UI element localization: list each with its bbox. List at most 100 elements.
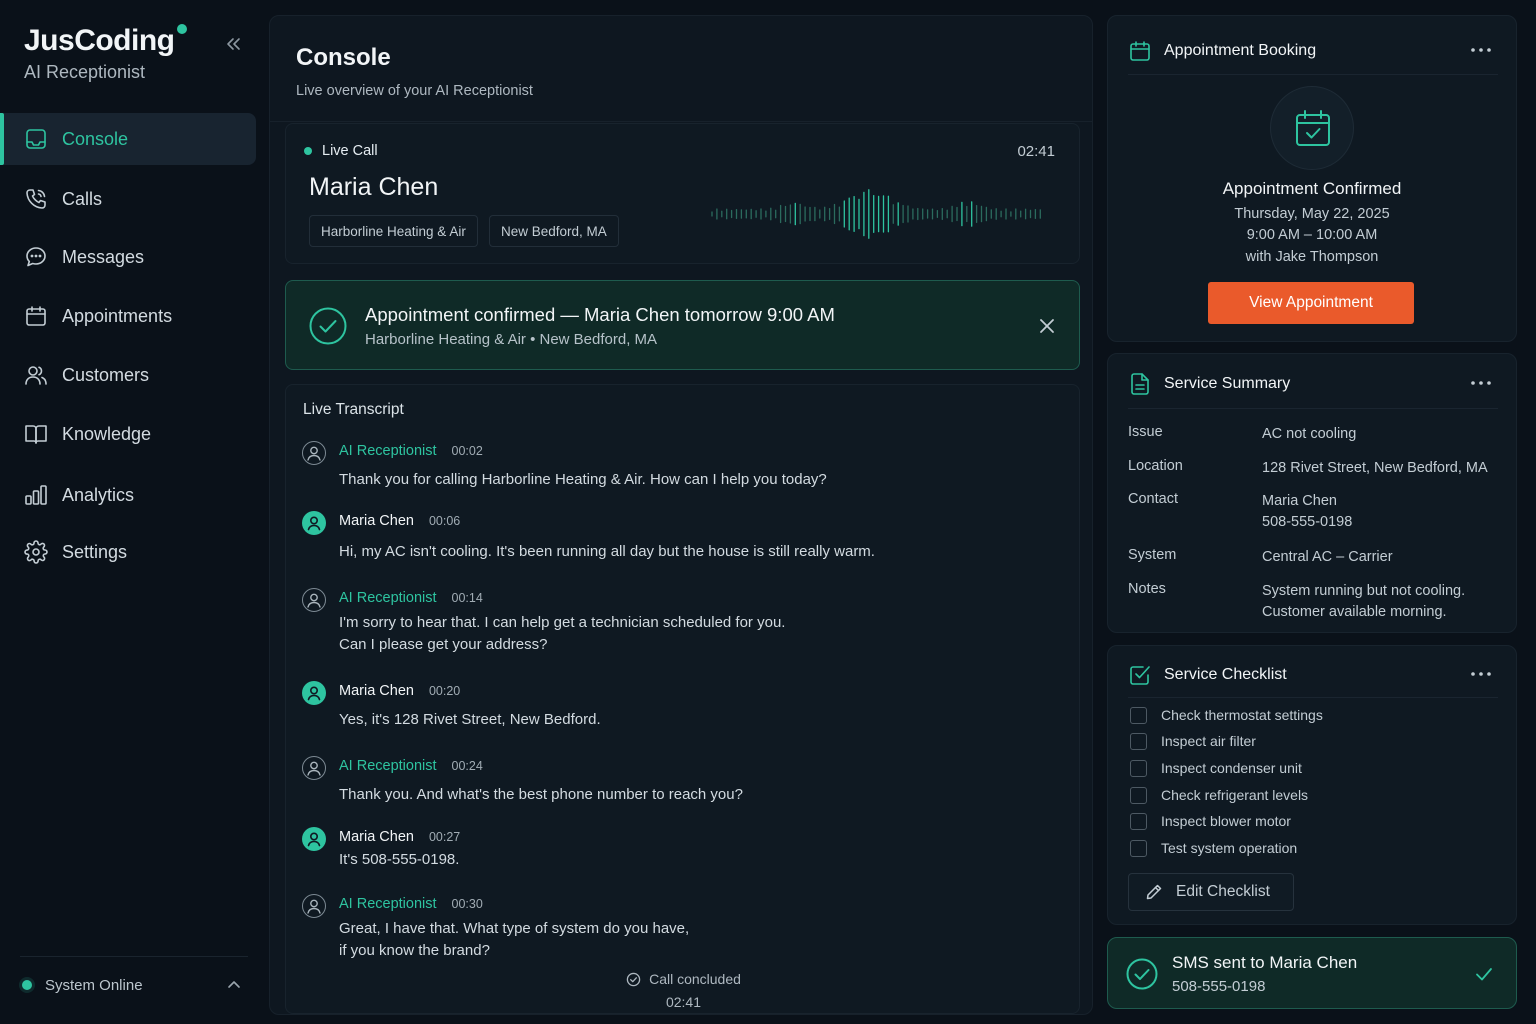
nav-item-customers[interactable]: Customers (0, 349, 256, 401)
live-transcript[interactable]: Live Transcript AI Receptionist 00:02 Th… (285, 384, 1080, 1014)
pencil-icon (1146, 884, 1162, 900)
chevron-up-icon[interactable] (226, 977, 242, 993)
view-appointment-button[interactable]: View Appointment (1208, 282, 1414, 324)
ai-avatar-icon (302, 756, 326, 780)
gear-icon (24, 540, 48, 564)
live-indicator-dot (304, 147, 312, 155)
summary-key: Location (1128, 458, 1183, 474)
users-icon (24, 363, 48, 387)
checklist-item[interactable]: Inspect condenser unit (1130, 759, 1302, 777)
speaker-name: Maria Chen (339, 683, 414, 699)
summary-value-line: Maria Chen (1262, 493, 1337, 509)
message-text: Yes, it's 128 Rivet Street, New Bedford. (339, 709, 601, 731)
calendar-icon (24, 304, 48, 328)
ai-avatar-icon (302, 441, 326, 465)
speaker-name: AI Receptionist (339, 443, 437, 459)
live-call-label: Live Call (322, 143, 378, 159)
message-time: 00:06 (428, 514, 461, 528)
checkbox[interactable] (1130, 812, 1147, 830)
message-header: AI Receptionist 00:14 (339, 590, 483, 606)
appointment-time: 9:00 AM – 10:00 AM (1246, 227, 1378, 243)
checkbox[interactable] (1130, 759, 1147, 777)
nav-item-calls[interactable]: Calls (0, 173, 256, 225)
nav-item-knowledge[interactable]: Knowledge (0, 408, 256, 460)
call-concluded-row: Call concluded (626, 971, 741, 987)
system-status[interactable]: System Online (22, 974, 246, 996)
checklist-item[interactable]: Check thermostat settings (1130, 706, 1323, 724)
summary-value-line: 508-555-0198 (1262, 514, 1353, 530)
card-divider (1128, 408, 1498, 409)
card-title: Appointment Booking (1164, 42, 1317, 59)
checkbox[interactable] (1130, 732, 1147, 750)
phone-icon (24, 187, 48, 211)
checklist-item[interactable]: Inspect air filter (1130, 732, 1256, 750)
checklist-label: Test system operation (1161, 840, 1298, 856)
message-header: AI Receptionist 00:02 (339, 443, 483, 459)
speaker-name: Maria Chen (339, 829, 414, 845)
live-call-status: Live Call (304, 143, 378, 159)
checkbox[interactable] (1130, 786, 1147, 804)
brand-logo: JusCoding (24, 24, 187, 58)
edit-checklist-button[interactable]: Edit Checklist (1128, 873, 1294, 911)
check-circle-icon (626, 972, 641, 986)
checklist-item[interactable]: Inspect blower motor (1130, 812, 1291, 830)
speaker-name: Maria Chen (339, 513, 414, 529)
banner-subtitle: Harborline Heating & Air • New Bedford, … (365, 331, 658, 348)
appointment-confirmed-banner: Appointment confirmed — Maria Chen tomor… (285, 280, 1080, 370)
speaker-name: AI Receptionist (339, 590, 437, 606)
checkbox[interactable] (1130, 706, 1147, 724)
nav-item-messages[interactable]: Messages (0, 231, 256, 283)
message-header: Maria Chen 00:06 (339, 513, 460, 529)
sidebar: JusCoding AI Receptionist Console Calls … (0, 0, 268, 1024)
transcript-title: Live Transcript (303, 401, 404, 418)
checklist-label: Check refrigerant levels (1161, 787, 1309, 803)
message-line: Thank you for calling Harborline Heating… (339, 471, 827, 488)
summary-value-line: Customer available morning. (1262, 604, 1447, 620)
checklist-item[interactable]: Test system operation (1130, 839, 1297, 857)
message-text: It's 508-555-0198. (339, 849, 459, 871)
message-time: 00:30 (451, 897, 483, 911)
message-line: Can I please get your address? (339, 636, 548, 653)
bar-chart-icon (24, 483, 48, 507)
book-icon (24, 422, 48, 446)
message-header: Maria Chen 00:20 (339, 683, 460, 699)
message-time: 00:02 (451, 444, 483, 458)
collapse-sidebar-icon[interactable] (222, 34, 244, 54)
message-text: Hi, my AC isn't cooling. It's been runni… (339, 541, 875, 563)
summary-value-line: Central AC – Carrier (1262, 549, 1393, 565)
ai-avatar-icon (302, 894, 326, 918)
checkbox[interactable] (1130, 839, 1147, 857)
brand-dot (176, 24, 187, 34)
user-avatar-icon (302, 827, 326, 851)
nav-item-analytics[interactable]: Analytics (0, 469, 256, 521)
nav-label: Console (62, 128, 129, 149)
more-options-icon[interactable] (1470, 670, 1492, 678)
checklist-item[interactable]: Check refrigerant levels (1130, 786, 1308, 804)
nav-item-settings[interactable]: Settings (0, 526, 256, 578)
card-title: Service Checklist (1164, 666, 1287, 683)
appointment-status: Appointment Confirmed (1222, 179, 1402, 198)
message-time: 00:24 (451, 759, 483, 773)
nav-item-appointments[interactable]: Appointments (0, 290, 256, 342)
more-options-icon[interactable] (1470, 379, 1492, 387)
more-options-icon[interactable] (1470, 46, 1492, 54)
summary-key: System (1128, 547, 1177, 563)
summary-value: AC not cooling (1262, 424, 1356, 445)
appointment-technician: with Jake Thompson (1245, 249, 1379, 265)
speaker-name: AI Receptionist (339, 758, 437, 774)
call-concluded: Call concluded 02:41 (286, 971, 1081, 1010)
card-divider (1128, 74, 1498, 75)
summary-key: Contact (1128, 491, 1178, 507)
nav-item-console[interactable]: Console (0, 113, 256, 165)
speaker-name: AI Receptionist (339, 896, 437, 912)
message-line: I'm sorry to hear that. I can help get a… (339, 614, 786, 631)
user-avatar-icon (302, 511, 326, 535)
message-text: I'm sorry to hear that. I can help get a… (339, 612, 785, 656)
checklist-label: Inspect blower motor (1161, 813, 1291, 829)
summary-key: Issue (1128, 424, 1163, 440)
close-icon[interactable] (1037, 316, 1057, 336)
summary-value: Central AC – Carrier (1262, 547, 1393, 568)
document-icon (1128, 372, 1152, 396)
edit-checklist-label: Edit Checklist (1176, 883, 1270, 900)
message-line: Great, I have that. What type of system … (339, 920, 690, 937)
